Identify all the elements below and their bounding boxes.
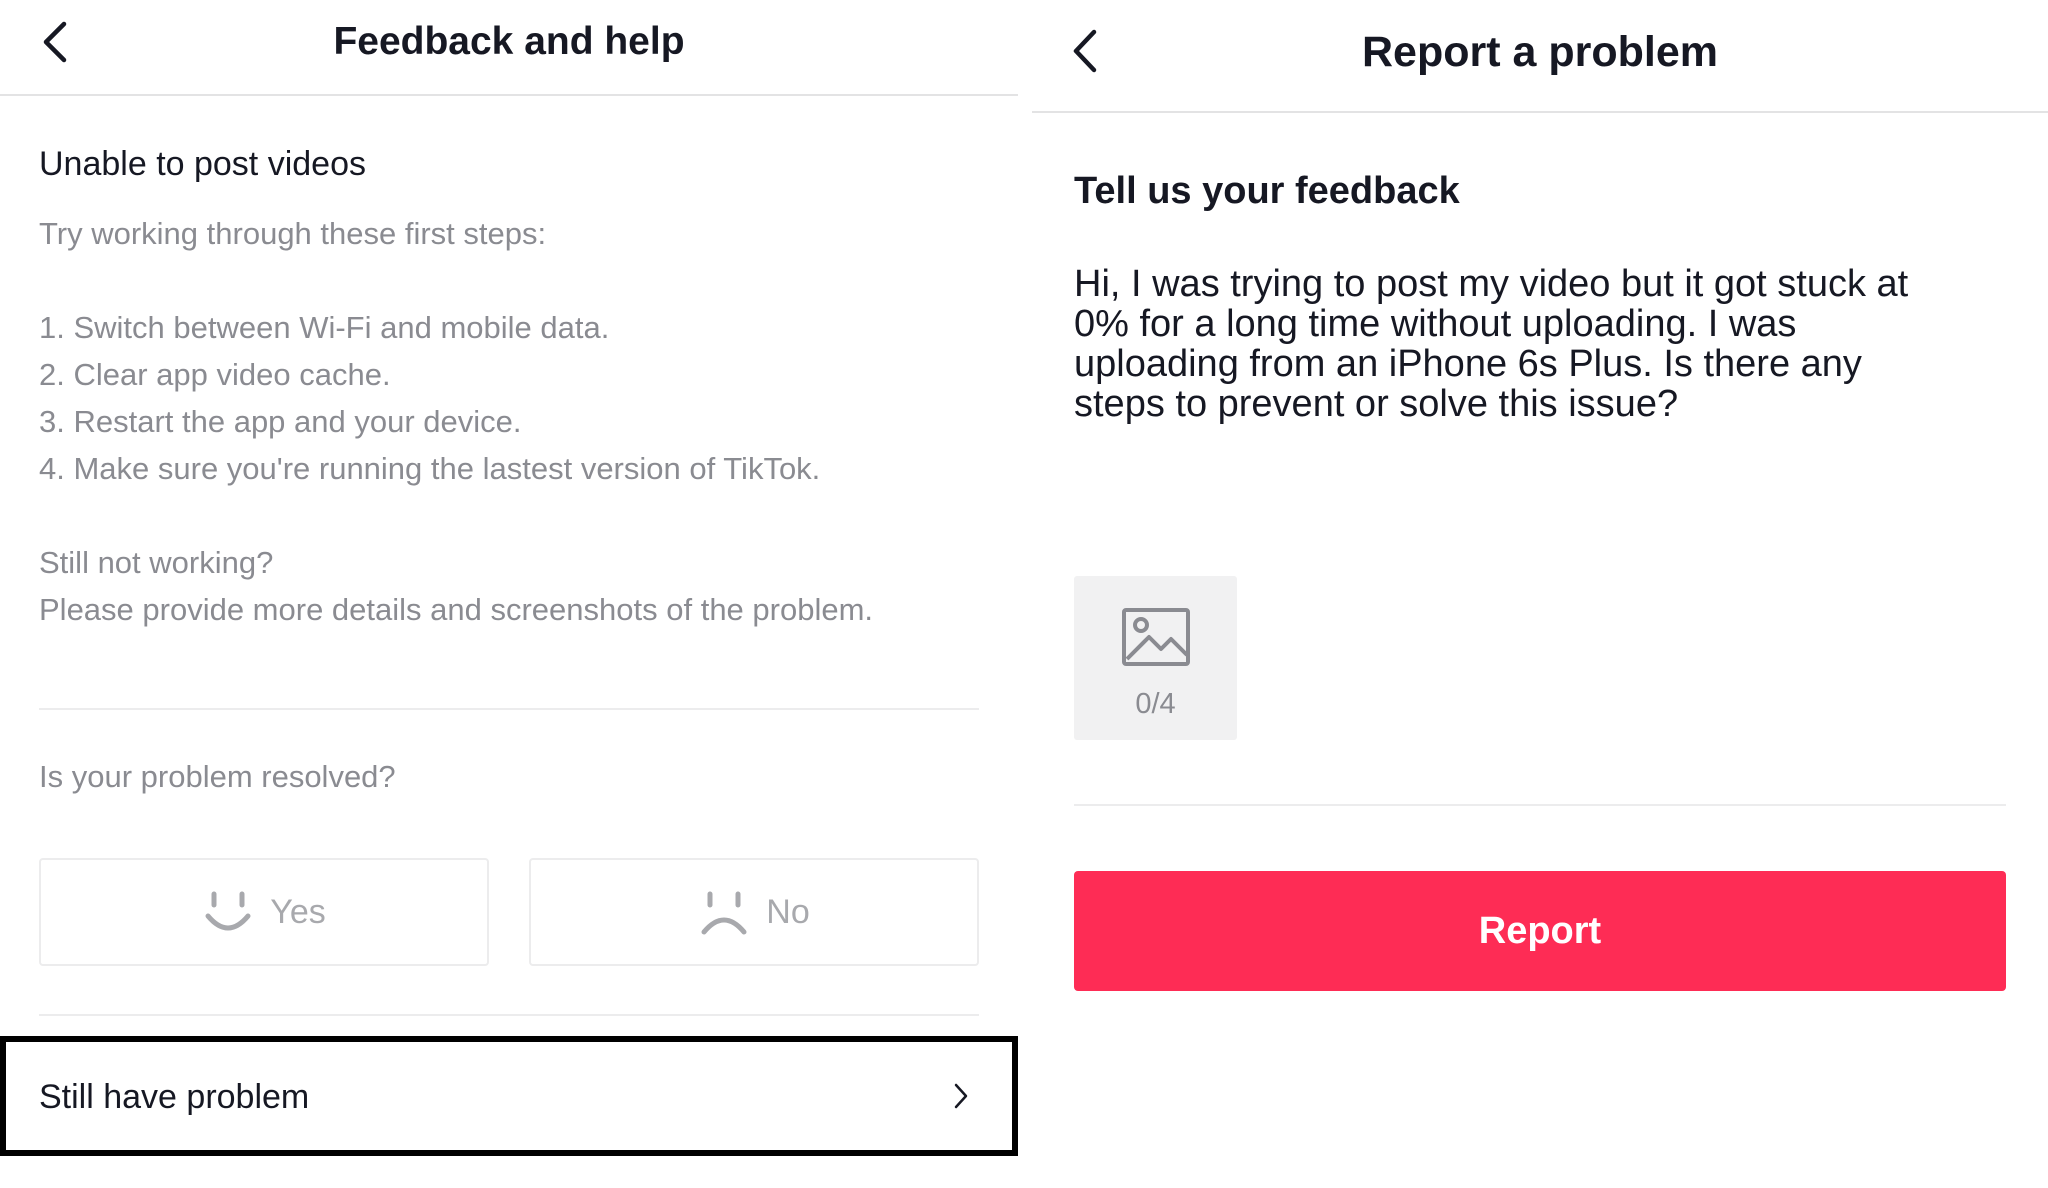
still-have-problem-label: Still have problem (39, 1078, 310, 1116)
step-item: 2. Clear app video cache. (39, 357, 391, 392)
report-a-problem-screen: Report a problem Tell us your feedback H… (1032, 0, 2048, 1188)
still-not-working-text: Still not working? (39, 545, 274, 580)
step-item: 3. Restart the app and your device. (39, 404, 522, 439)
sad-face-icon (701, 891, 747, 935)
feedback-textarea[interactable]: Hi, I was trying to post my video but it… (1074, 264, 2014, 424)
page-title: Feedback and help (333, 20, 685, 63)
step-item: 4. Make sure you're running the lastest … (39, 451, 821, 486)
divider (39, 1014, 979, 1016)
image-upload-button[interactable]: 0/4 (1074, 576, 1237, 740)
yes-label: Yes (270, 892, 326, 931)
report-button-label: Report (1478, 909, 1602, 952)
feedback-title: Tell us your feedback (1074, 170, 1460, 212)
smiley-face-icon (205, 891, 251, 931)
yes-button[interactable]: Yes (39, 858, 489, 966)
resolved-question: Is your problem resolved? (39, 759, 396, 794)
report-button[interactable]: Report (1074, 871, 2006, 991)
image-icon (1122, 608, 1190, 666)
step-item: 1. Switch between Wi-Fi and mobile data. (39, 310, 610, 345)
header: Feedback and help (0, 0, 1018, 96)
page-title: Report a problem (1362, 28, 1718, 76)
divider (39, 708, 979, 710)
header: Report a problem (1032, 0, 2048, 113)
issue-title: Unable to post videos (39, 145, 366, 183)
provide-details-text: Please provide more details and screensh… (39, 592, 874, 627)
no-button[interactable]: No (529, 858, 979, 966)
no-label: No (766, 892, 810, 931)
feedback-and-help-screen: Feedback and help Unable to post videos … (0, 0, 1018, 1188)
steps-intro: Try working through these first steps: (39, 216, 547, 251)
image-count: 0/4 (1135, 688, 1176, 720)
chevron-right-icon (954, 1083, 968, 1109)
help-steps: Try working through these first steps: 1… (39, 210, 873, 633)
divider (1074, 804, 2006, 806)
still-have-problem-row[interactable]: Still have problem (0, 1036, 1018, 1156)
